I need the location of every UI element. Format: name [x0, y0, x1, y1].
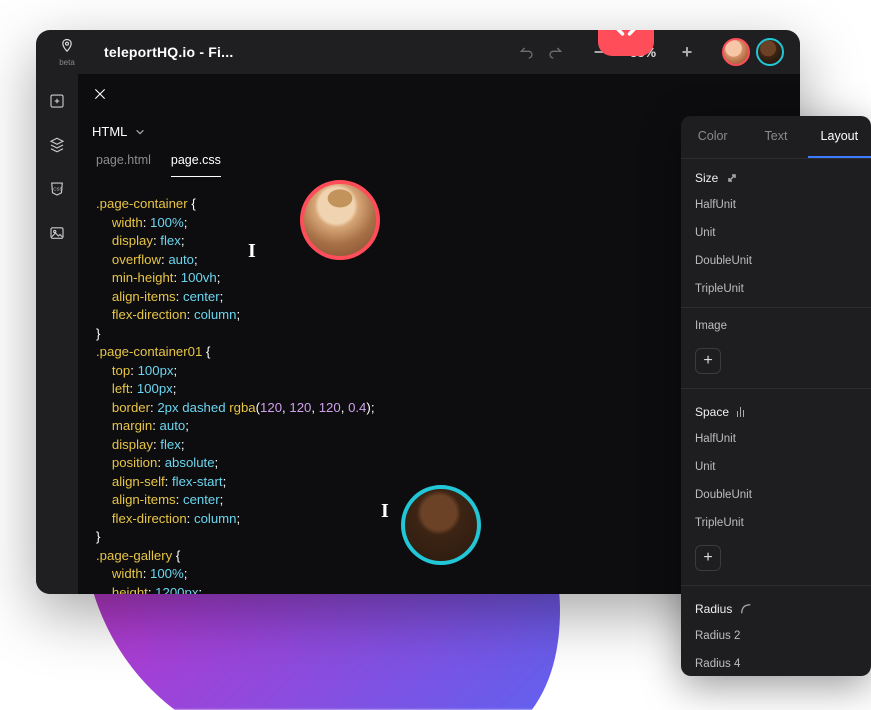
- zoom-in-button[interactable]: +: [680, 42, 694, 63]
- left-toolbar: CSS: [36, 74, 78, 594]
- space-token[interactable]: TripleUnit: [681, 509, 871, 537]
- radius-token[interactable]: Radius 4: [681, 650, 871, 676]
- avatar[interactable]: [756, 38, 784, 66]
- add-button[interactable]: [46, 90, 68, 112]
- layers-button[interactable]: [46, 134, 68, 156]
- redo-icon[interactable]: [548, 44, 564, 60]
- collaborator-cursor-icon: I: [248, 240, 256, 263]
- properties-panel: ColorTextLayout Size HalfUnitUnitDoubleU…: [681, 116, 871, 676]
- image-item[interactable]: Image: [681, 312, 871, 340]
- close-icon[interactable]: [92, 86, 108, 102]
- space-token[interactable]: HalfUnit: [681, 425, 871, 453]
- radius-token[interactable]: Radius 2: [681, 622, 871, 650]
- undo-icon[interactable]: [518, 44, 534, 60]
- size-label: Size: [695, 171, 718, 185]
- panel-tabs: ColorTextLayout: [681, 116, 871, 159]
- space-icon: [737, 407, 744, 417]
- radius-icon: [740, 603, 752, 615]
- file-tab[interactable]: page.html: [96, 153, 151, 177]
- radius-section-header[interactable]: Radius: [681, 590, 871, 622]
- code-icon: [612, 30, 640, 42]
- history-controls: [518, 44, 564, 60]
- space-token[interactable]: Unit: [681, 453, 871, 481]
- logo-beta-label: beta: [59, 58, 75, 67]
- size-token[interactable]: DoubleUnit: [681, 247, 871, 275]
- code-badge: [598, 30, 654, 56]
- collaborator-cursor-icon: I: [381, 500, 389, 523]
- chevron-down-icon: [135, 127, 145, 137]
- svg-text:CSS: CSS: [53, 187, 62, 192]
- add-space-button[interactable]: +: [695, 545, 721, 571]
- file-tab[interactable]: page.css: [171, 153, 221, 177]
- avatar[interactable]: [722, 38, 750, 66]
- collaborator-bubble-avatar: [401, 485, 481, 565]
- image-button[interactable]: [46, 222, 68, 244]
- logo[interactable]: beta: [52, 37, 82, 67]
- space-section-header[interactable]: Space: [681, 393, 871, 425]
- add-size-button[interactable]: +: [695, 348, 721, 374]
- css-button[interactable]: CSS: [46, 178, 68, 200]
- radius-label: Radius: [695, 602, 732, 616]
- size-token[interactable]: HalfUnit: [681, 191, 871, 219]
- space-token[interactable]: DoubleUnit: [681, 481, 871, 509]
- logo-icon: [57, 37, 77, 57]
- format-label: HTML: [92, 124, 127, 139]
- size-section-header[interactable]: Size: [681, 159, 871, 191]
- size-token[interactable]: Unit: [681, 219, 871, 247]
- collaborator-avatars: [722, 38, 784, 66]
- size-token[interactable]: TripleUnit: [681, 275, 871, 303]
- topbar: beta teleportHQ.io - Fi... − 38% +: [36, 30, 800, 74]
- panel-tab[interactable]: Color: [681, 116, 744, 158]
- expand-icon: [726, 172, 738, 184]
- editor-header: [78, 74, 800, 114]
- space-label: Space: [695, 405, 729, 419]
- title: teleportHQ.io - Fi...: [104, 44, 518, 60]
- panel-tab[interactable]: Layout: [808, 116, 871, 158]
- collaborator-bubble-avatar: [300, 180, 380, 260]
- panel-tab[interactable]: Text: [744, 116, 807, 158]
